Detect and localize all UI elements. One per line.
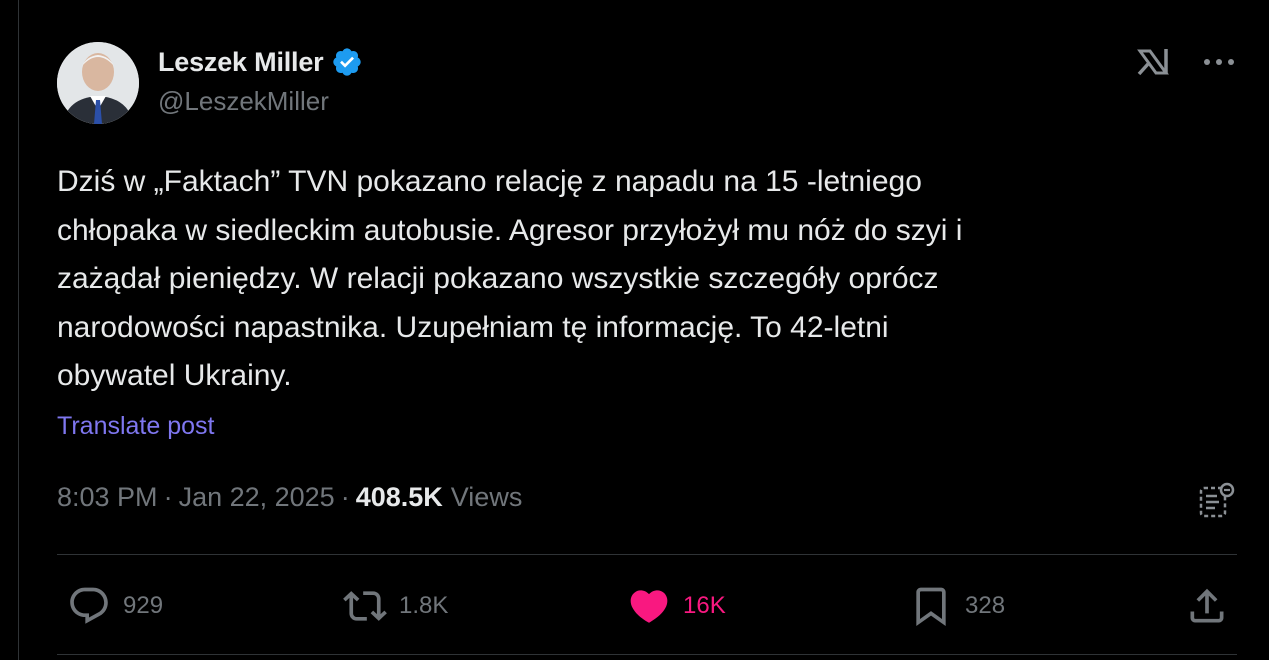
author-handle[interactable]: @LeszekMiller: [158, 86, 363, 117]
meta-separator: ·: [340, 482, 350, 512]
bookmark-icon: [916, 587, 946, 627]
views-count: 408.5K: [355, 482, 443, 512]
translate-post-link[interactable]: Translate post: [57, 412, 214, 441]
profile-photo-icon: [57, 42, 139, 124]
bookmark-button[interactable]: 328: [909, 584, 1005, 628]
bookmark-count: 328: [965, 592, 1006, 619]
reply-count: 929: [123, 592, 164, 619]
reply-button[interactable]: 929: [67, 584, 163, 628]
share-button[interactable]: [1185, 584, 1229, 628]
like-count: 16K: [683, 592, 726, 619]
views-label: Views: [450, 482, 523, 512]
divider: [57, 654, 1237, 655]
author-name[interactable]: Leszek Miller: [158, 47, 324, 78]
post-date[interactable]: Jan 22, 2025: [179, 482, 335, 513]
post-time[interactable]: 8:03 PM: [57, 482, 158, 513]
reply-icon: [70, 587, 108, 624]
verified-badge-icon[interactable]: [331, 46, 363, 78]
frame-border: [18, 0, 19, 660]
meta-separator: ·: [163, 482, 173, 512]
share-icon: [1190, 588, 1224, 623]
top-actions: [1135, 44, 1237, 80]
post-card: Leszek Miller @LeszekMiller Dziś w „Fakt…: [57, 0, 1237, 660]
like-button[interactable]: 16K: [627, 584, 726, 628]
post-text: Dziś w „Faktach” TVN pokazano relację z …: [57, 165, 963, 392]
post-meta: 8:03 PM · Jan 22, 2025 · 408.5K Views: [57, 482, 522, 513]
repost-button[interactable]: 1.8K: [343, 584, 448, 628]
author-block: Leszek Miller @LeszekMiller: [158, 44, 363, 117]
heart-icon: [630, 590, 668, 623]
grok-icon[interactable]: [1135, 44, 1171, 80]
analytics-icon[interactable]: [1197, 480, 1237, 520]
repost-icon: [343, 591, 387, 621]
avatar[interactable]: [57, 42, 139, 124]
more-icon[interactable]: [1201, 44, 1237, 80]
repost-count: 1.8K: [399, 592, 449, 619]
divider: [57, 554, 1237, 555]
